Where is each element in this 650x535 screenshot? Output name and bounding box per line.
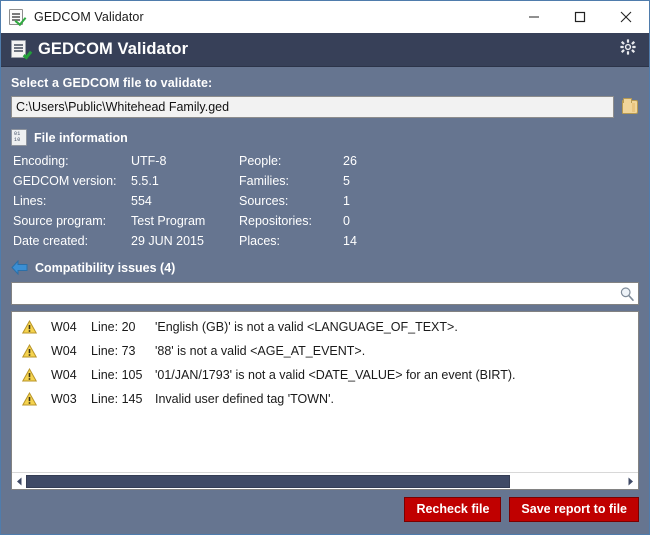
issue-line: Line: 105 xyxy=(91,368,143,382)
warning-icon xyxy=(21,343,38,358)
issue-line: Line: 73 xyxy=(91,344,136,358)
blue-arrow-left-icon xyxy=(11,259,28,276)
info-value: UTF-8 xyxy=(131,154,167,168)
info-label: People: xyxy=(239,154,282,168)
table-row[interactable]: W04 Line: 73 '88' is not a valid <AGE_AT… xyxy=(12,339,638,363)
file-path-input[interactable] xyxy=(11,96,614,118)
info-value: 554 xyxy=(131,194,152,208)
folder-icon[interactable] xyxy=(620,96,639,118)
file-select-label: Select a GEDCOM file to validate: xyxy=(11,76,213,90)
compatibility-issues-title: Compatibility issues (4) xyxy=(35,260,176,275)
recheck-file-button[interactable]: Recheck file xyxy=(404,496,502,522)
issue-line: Line: 145 xyxy=(91,392,143,406)
search-icon[interactable] xyxy=(619,286,635,302)
binary-file-icon: 01 10 xyxy=(11,129,27,146)
scrollbar-track[interactable] xyxy=(26,473,624,489)
info-value: 29 JUN 2015 xyxy=(131,234,204,248)
info-value: 5.5.1 xyxy=(131,174,159,188)
info-value: 0 xyxy=(343,214,350,228)
warning-icon xyxy=(21,367,38,382)
maximize-icon[interactable] xyxy=(557,1,603,33)
file-path-row xyxy=(11,96,639,118)
gear-icon[interactable] xyxy=(620,39,636,60)
compatibility-issues-heading: Compatibility issues (4) xyxy=(11,259,639,276)
issue-code: W03 xyxy=(51,392,77,406)
save-report-button[interactable]: Save report to file xyxy=(509,496,639,522)
document-check-icon xyxy=(10,40,33,60)
window-controls xyxy=(511,1,649,33)
file-information-title: File information xyxy=(34,130,128,145)
issue-line: Line: 20 xyxy=(91,320,136,334)
title-bar: GEDCOM Validator xyxy=(1,1,649,33)
issue-message: '01/JAN/1793' is not a valid <DATE_VALUE… xyxy=(155,368,516,382)
footer-actions: Recheck file Save report to file xyxy=(1,490,649,534)
info-value: 14 xyxy=(343,234,357,248)
info-value: 26 xyxy=(343,154,357,168)
info-label: Encoding: xyxy=(13,154,69,168)
app-header: GEDCOM Validator xyxy=(1,33,649,67)
info-value: 5 xyxy=(343,174,350,188)
issues-list: W04 Line: 20 'English (GB)' is not a val… xyxy=(11,311,639,490)
chevron-right-icon[interactable] xyxy=(624,474,637,489)
app-title: GEDCOM Validator xyxy=(38,40,189,58)
info-label: Sources: xyxy=(239,194,289,208)
search-input[interactable] xyxy=(16,286,619,301)
warning-icon xyxy=(21,391,38,406)
search-box[interactable] xyxy=(11,282,639,305)
info-label: GEDCOM version: xyxy=(13,174,117,188)
info-label: Repositories: xyxy=(239,214,312,228)
warning-icon xyxy=(21,319,38,334)
horizontal-scrollbar[interactable] xyxy=(12,472,638,489)
file-information-heading: 01 10 File information xyxy=(11,129,639,146)
issue-code: W04 xyxy=(51,344,77,358)
table-row[interactable]: W04 Line: 20 'English (GB)' is not a val… xyxy=(12,315,638,339)
table-row[interactable]: W04 Line: 105 '01/JAN/1793' is not a val… xyxy=(12,363,638,387)
issue-message: 'English (GB)' is not a valid <LANGUAGE_… xyxy=(155,320,458,334)
chevron-left-icon[interactable] xyxy=(13,474,26,489)
info-label: Lines: xyxy=(13,194,47,208)
file-information-grid: Encoding: UTF-8 People: 26 GEDCOM versio… xyxy=(13,153,639,249)
issue-message: '88' is not a valid <AGE_AT_EVENT>. xyxy=(155,344,366,358)
window-title: GEDCOM Validator xyxy=(34,10,144,24)
document-check-icon xyxy=(8,8,26,26)
issues-rows: W04 Line: 20 'English (GB)' is not a val… xyxy=(12,312,638,472)
close-icon[interactable] xyxy=(603,1,649,33)
info-value: 1 xyxy=(343,194,350,208)
minimize-icon[interactable] xyxy=(511,1,557,33)
issue-message: Invalid user defined tag 'TOWN'. xyxy=(155,392,334,406)
info-label: Date created: xyxy=(13,234,89,248)
issue-code: W04 xyxy=(51,320,77,334)
info-label: Families: xyxy=(239,174,290,188)
table-row[interactable]: W03 Line: 145 Invalid user defined tag '… xyxy=(12,387,638,411)
info-label: Source program: xyxy=(13,214,107,228)
issue-code: W04 xyxy=(51,368,77,382)
info-label: Places: xyxy=(239,234,280,248)
main-content: Select a GEDCOM file to validate: 0110 F… xyxy=(1,67,649,490)
app-window: GEDCOM Validator GEDCOM Validator Select… xyxy=(0,0,650,535)
info-value: Test Program xyxy=(131,214,206,228)
scrollbar-thumb[interactable] xyxy=(26,474,511,488)
